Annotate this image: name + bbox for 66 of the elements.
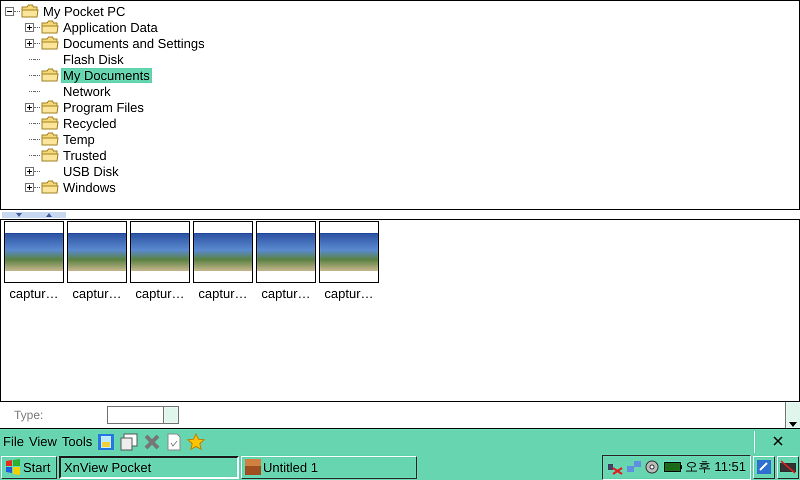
thumbnail-label: captur…	[198, 286, 248, 301]
tree-item[interactable]: Documents and Settings	[61, 36, 207, 50]
tree-item[interactable]: Flash Disk	[61, 52, 126, 66]
thumbnail-frame[interactable]	[67, 221, 127, 283]
clock[interactable]: 오후 11:51	[684, 458, 746, 476]
expand-icon[interactable]	[25, 22, 34, 32]
app-switch-icon	[756, 459, 772, 475]
folder-icon	[21, 4, 39, 18]
thumbnail-frame[interactable]	[193, 221, 253, 283]
expand-icon[interactable]	[25, 38, 34, 48]
start-button[interactable]: Start	[1, 456, 57, 478]
disc-icon[interactable]	[644, 459, 661, 475]
folder-icon	[41, 132, 59, 146]
tree-item[interactable]: Program Files	[61, 100, 146, 114]
tree-item[interactable]: Network	[61, 84, 113, 98]
photo-placeholder	[131, 233, 189, 271]
photo-placeholder	[5, 233, 63, 271]
windows-flag-icon	[5, 459, 21, 475]
thumbnail-label: captur…	[135, 286, 185, 301]
thumbnail-frame[interactable]	[4, 221, 64, 283]
taskbar-task[interactable]: Untitled 1	[241, 456, 417, 478]
tree-item[interactable]: My Pocket PC	[41, 4, 128, 18]
window-icon[interactable]	[120, 432, 138, 450]
close-icon	[772, 436, 782, 446]
menu-item[interactable]: Tools	[62, 434, 92, 449]
taskbar-task[interactable]: XnView Pocket	[59, 456, 239, 478]
folder-icon	[41, 36, 59, 50]
thumbnail-label: captur…	[72, 286, 122, 301]
keyboard-button[interactable]	[777, 456, 799, 478]
splitter-handle-icon[interactable]	[2, 212, 66, 218]
folder-icon	[41, 180, 59, 194]
keyboard-icon	[779, 460, 797, 474]
collapse-icon[interactable]	[5, 6, 14, 16]
photo-placeholder	[320, 233, 378, 271]
star-icon[interactable]	[187, 432, 206, 450]
menu-item[interactable]: File	[3, 434, 24, 449]
folder-icon	[41, 116, 59, 130]
expand-icon[interactable]	[25, 166, 34, 176]
expand-icon[interactable]	[25, 102, 34, 112]
type-label: Type:	[14, 408, 44, 422]
folder-icon	[41, 100, 59, 114]
folder-icon	[41, 68, 59, 82]
thumbnail-frame[interactable]	[319, 221, 379, 283]
app-icon	[245, 459, 261, 475]
tree-item[interactable]: Trusted	[61, 148, 109, 162]
photo-placeholder	[257, 233, 315, 271]
folder-icon	[41, 148, 59, 162]
menu-item[interactable]: View	[28, 434, 57, 449]
photo-placeholder	[68, 233, 126, 271]
tree-item[interactable]: My Documents	[61, 68, 152, 82]
tree-item[interactable]: Temp	[61, 132, 97, 146]
battery-icon[interactable]	[664, 462, 682, 472]
thumbnail-label: captur…	[324, 286, 374, 301]
thumbnail-frame[interactable]	[256, 221, 316, 283]
document-check-icon[interactable]	[166, 432, 182, 450]
thumbnail-frame[interactable]	[130, 221, 190, 283]
tree-item[interactable]: Recycled	[61, 116, 118, 130]
thumbnail-label: captur…	[261, 286, 311, 301]
tree-item[interactable]: Application Data	[61, 20, 160, 34]
switch-button[interactable]	[753, 456, 775, 478]
thumbnail-label: captur…	[9, 286, 59, 301]
folder-icon	[41, 20, 59, 34]
tree-item[interactable]: Windows	[61, 180, 118, 194]
expand-icon[interactable]	[25, 182, 34, 192]
tree-item[interactable]: USB Disk	[61, 164, 121, 178]
photo-placeholder	[194, 233, 252, 271]
